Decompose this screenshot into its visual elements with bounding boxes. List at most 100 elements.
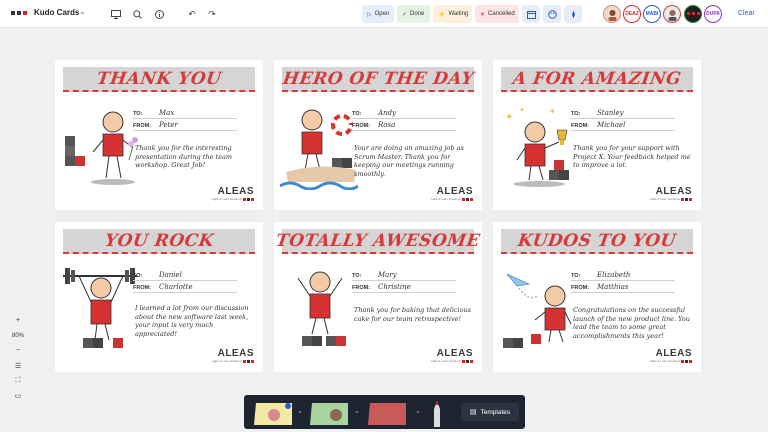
card-from: Charlotte xyxy=(159,283,193,291)
filter-waiting-button[interactable]: ⚡ Waiting xyxy=(433,5,472,23)
aleas-logo: ALEAS Agile & Lean Solutions xyxy=(649,186,692,201)
redo-icon[interactable]: ↷ xyxy=(204,6,220,22)
card-to: Stanley xyxy=(597,109,624,117)
aleas-logo: ALEAS Agile & Lean Solutions xyxy=(430,186,473,201)
card-message: Your are doing an amazing job as Scrum M… xyxy=(354,144,464,178)
card-to: Elizabeth xyxy=(597,271,631,279)
fit-to-screen-icon[interactable]: ☰ xyxy=(15,358,21,373)
card-to: Mary xyxy=(378,271,397,279)
card-message: Thank you for the interesting presentati… xyxy=(135,144,232,170)
user-avatar[interactable]: DUPA xyxy=(704,5,722,23)
present-icon[interactable] xyxy=(108,6,124,22)
app-logo[interactable] xyxy=(11,11,27,15)
board-title[interactable]: Kudo Cards xyxy=(34,8,79,17)
card-shape-icon[interactable] xyxy=(366,401,410,425)
filter-done-button[interactable]: ✓ Done xyxy=(397,5,430,23)
stick-figure-flowers-illustration xyxy=(65,111,138,185)
card-heading: Kudos to You xyxy=(516,230,678,251)
kudo-card[interactable]: Kudos to You TO: Elizabeth FROM: Matthia… xyxy=(493,222,701,372)
card-to: Max xyxy=(159,109,175,117)
divider xyxy=(133,118,237,119)
zoom-level: 80% xyxy=(11,332,24,339)
card-banner: A for Amazing xyxy=(501,67,693,92)
svg-text:✦: ✦ xyxy=(549,107,556,116)
card-banner: Hero of the Day xyxy=(281,67,475,92)
divider xyxy=(133,130,237,131)
templates-button[interactable]: ▤ Templates xyxy=(461,403,519,421)
bolt-icon: ⚡ xyxy=(438,11,446,18)
check-icon: ✓ xyxy=(402,11,408,18)
divider xyxy=(571,280,675,281)
clear-button[interactable]: Clear xyxy=(738,10,755,17)
top-toolbar: Kudo Cards ⌄ ↶ ↷ ▷ Open ✓ Done ⚡ Waiting… xyxy=(0,0,768,28)
divider xyxy=(352,130,456,131)
x-icon: ✕ xyxy=(480,11,486,18)
stick-figure-trophy-illustration: ✦ ✦ ✦ xyxy=(505,106,569,187)
card-heading: Totally Awesome xyxy=(274,230,482,251)
stick-figure-lifebuoy-illustration xyxy=(280,109,358,190)
palette-icon[interactable] xyxy=(543,5,561,23)
user-avatar[interactable]: MABI xyxy=(643,5,661,23)
card-message: Congratulations on the successful launch… xyxy=(573,306,690,340)
divider xyxy=(133,292,237,293)
divider xyxy=(352,292,456,293)
bottom-dock: ⌄ ⌄ ⌄ ▤ Templates xyxy=(244,395,525,429)
stick-figure-cheering-illustration xyxy=(297,271,346,346)
kudo-card[interactable]: A for Amazing ✦ ✦ ✦ TO: Stanley FROM: Mich… xyxy=(493,60,701,210)
card-banner: Thank You xyxy=(63,67,255,92)
kudo-card[interactable]: Totally Awesome TO: Mary FROM: Christine… xyxy=(274,222,482,372)
card-from: Peter xyxy=(159,121,178,129)
divider xyxy=(133,280,237,281)
aleas-logo: ALEAS Agile & Lean Solutions xyxy=(211,186,254,201)
card-from: Christine xyxy=(378,283,411,291)
templates-icon: ▤ xyxy=(469,409,477,416)
kudo-card[interactable]: You Rock TO: Daniel FROM: Charlotte I le… xyxy=(55,222,263,372)
card-from: Michael xyxy=(597,121,626,129)
map-icon[interactable]: ▭ xyxy=(15,388,22,403)
fullscreen-icon[interactable]: ⛶ xyxy=(16,373,21,388)
card-heading: Thank You xyxy=(95,68,223,89)
card-message: I learned a lot from our discussion abou… xyxy=(135,304,249,338)
zoom-out-icon[interactable]: − xyxy=(16,343,20,358)
card-message: Thank you for baking that delicious cake… xyxy=(354,306,472,323)
chevron-down-icon[interactable]: ⌄ xyxy=(79,7,86,16)
svg-text:✦: ✦ xyxy=(519,106,525,114)
sticky-note-yellow-icon[interactable] xyxy=(252,401,296,425)
user-avatar[interactable]: DEAZ xyxy=(623,5,641,23)
card-banner: Kudos to You xyxy=(501,229,693,254)
zoom-controls: + 80% − ☰ ⛶ ▭ xyxy=(7,313,29,423)
card-banner: Totally Awesome xyxy=(275,229,481,254)
undo-icon[interactable]: ↶ xyxy=(184,6,200,22)
divider xyxy=(352,280,456,281)
pencil-icon[interactable] xyxy=(432,401,442,427)
chevron-down-icon[interactable]: ⌄ xyxy=(415,407,421,415)
filter-open-button[interactable]: ▷ Open xyxy=(362,5,394,23)
user-avatar[interactable] xyxy=(663,5,681,23)
kudo-card[interactable]: Thank You TO: Max FROM: Peter Thank you … xyxy=(55,60,263,210)
info-icon[interactable] xyxy=(151,6,167,22)
compass-icon[interactable] xyxy=(564,5,582,23)
stick-figure-barbell-illustration xyxy=(63,268,137,348)
card-from: Matthias xyxy=(597,283,629,291)
card-from: Rosa xyxy=(378,121,396,129)
chevron-down-icon[interactable]: ⌄ xyxy=(354,407,360,415)
divider xyxy=(571,118,675,119)
chevron-down-icon[interactable]: ⌄ xyxy=(297,407,303,415)
svg-text:✦: ✦ xyxy=(505,112,513,123)
search-icon[interactable] xyxy=(129,6,145,22)
divider xyxy=(352,118,456,119)
zoom-in-icon[interactable]: + xyxy=(16,313,20,328)
filter-cancelled-button[interactable]: ✕ Cancelled xyxy=(475,5,519,23)
calendar-export-icon[interactable] xyxy=(522,5,540,23)
kudo-card[interactable]: Hero of the Day TO: Andy FROM: Rosa Your… xyxy=(274,60,482,210)
card-banner: You Rock xyxy=(63,229,255,254)
sticky-note-green-icon[interactable] xyxy=(308,401,352,425)
aleas-logo: ALEAS Agile & Lean Solutions xyxy=(430,348,473,363)
divider xyxy=(571,292,675,293)
user-avatar[interactable] xyxy=(603,5,621,23)
divider xyxy=(571,130,675,131)
card-heading: A for Amazing xyxy=(511,68,683,89)
card-heading: Hero of the Day xyxy=(281,68,475,89)
card-to: Andy xyxy=(378,109,396,117)
user-avatar[interactable] xyxy=(684,5,702,23)
